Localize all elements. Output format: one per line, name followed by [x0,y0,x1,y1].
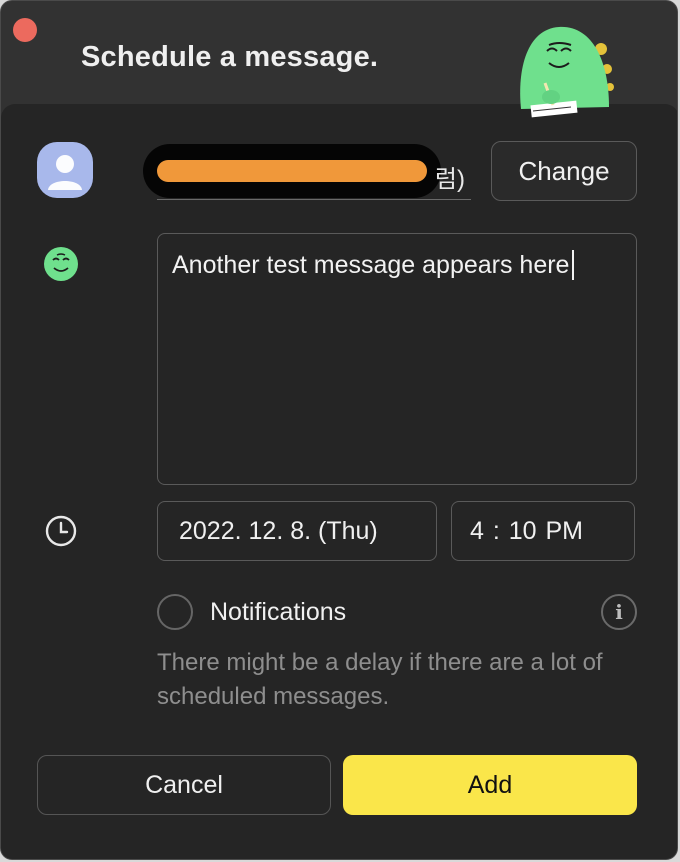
close-window-button[interactable] [13,18,37,42]
window-title: Schedule a message. [81,41,379,73]
message-text: Another test message appears here [172,250,575,280]
date-picker[interactable]: 2022. 12. 8. (Thu) [157,501,437,561]
clock-icon [45,515,77,547]
recipient-name-suffix: 럼) [434,166,465,193]
delay-hint-text: There might be a delay if there are a lo… [157,649,603,710]
notifications-checkbox[interactable] [157,594,193,630]
add-button[interactable]: Add [343,755,637,815]
time-picker[interactable]: 4 : 10 PM [451,501,635,561]
recipient-avatar [37,142,93,198]
redaction-bar [157,160,427,182]
user-avatar-icon [48,155,82,190]
info-icon[interactable]: i [601,594,637,630]
emoticon-face-icon[interactable] [42,245,80,283]
notifications-label: Notifications [210,598,347,626]
message-textarea[interactable]: Another test message appears here [157,233,637,485]
mascot-writing-icon [520,26,614,118]
change-recipient-button[interactable]: Change [491,141,637,201]
cancel-button[interactable]: Cancel [37,755,331,815]
schedule-message-window: Schedule a message. 럼) Change Another te… [0,0,678,860]
recipient-field: 럼) [143,144,471,200]
